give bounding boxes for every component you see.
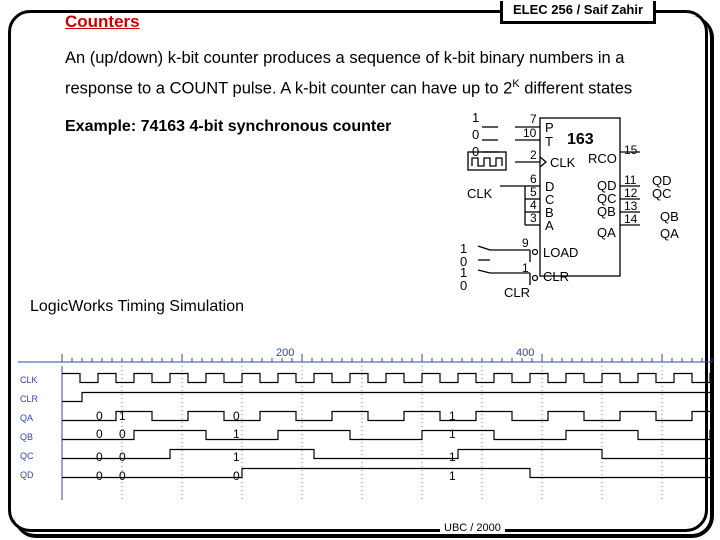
annot-col3-qb: 1	[233, 427, 240, 441]
tick-label-200: 200	[276, 347, 294, 359]
timing-waves	[62, 372, 712, 479]
annot-col3-qd: 0	[233, 469, 240, 483]
tick-label-400: 400	[516, 347, 534, 359]
annot-col4-qa: 1	[449, 409, 456, 423]
wave-clk	[62, 372, 712, 384]
annot-col1-qa: 0	[96, 409, 103, 423]
annot-col2-qd: 0	[119, 469, 126, 483]
wave-qa	[62, 410, 712, 422]
annot-col2-qb: 0	[119, 427, 126, 441]
signal-label-qc: QC	[20, 451, 34, 461]
signal-label-clk: CLK	[20, 375, 38, 385]
wave-qd	[62, 467, 712, 479]
timing-diagram: 200 400 CLK CLR QA QB QC QD 0 0 0 0 1 0 …	[18, 347, 713, 500]
footer-note: UBC / 2000	[440, 522, 505, 534]
signal-label-qa: QA	[20, 413, 33, 423]
annot-col3-qa: 0	[233, 409, 240, 423]
annot-col2-qc: 0	[119, 450, 126, 464]
signal-label-qb: QB	[20, 432, 33, 442]
annot-col1-qb: 0	[96, 427, 103, 441]
signal-label-clr: CLR	[20, 394, 39, 404]
wave-qc	[62, 448, 712, 460]
annot-col1-qd: 0	[96, 469, 103, 483]
annot-col3-qc: 1	[233, 450, 240, 464]
wave-clr	[62, 391, 712, 403]
annot-col4-qc: 1	[449, 450, 456, 464]
signal-label-qd: QD	[20, 470, 34, 480]
annot-col2-qa: 1	[119, 409, 126, 423]
annot-col1-qc: 0	[96, 450, 103, 464]
annot-col4-qd: 1	[449, 469, 456, 483]
wave-qb	[62, 429, 712, 441]
annot-col4-qb: 1	[449, 427, 456, 441]
